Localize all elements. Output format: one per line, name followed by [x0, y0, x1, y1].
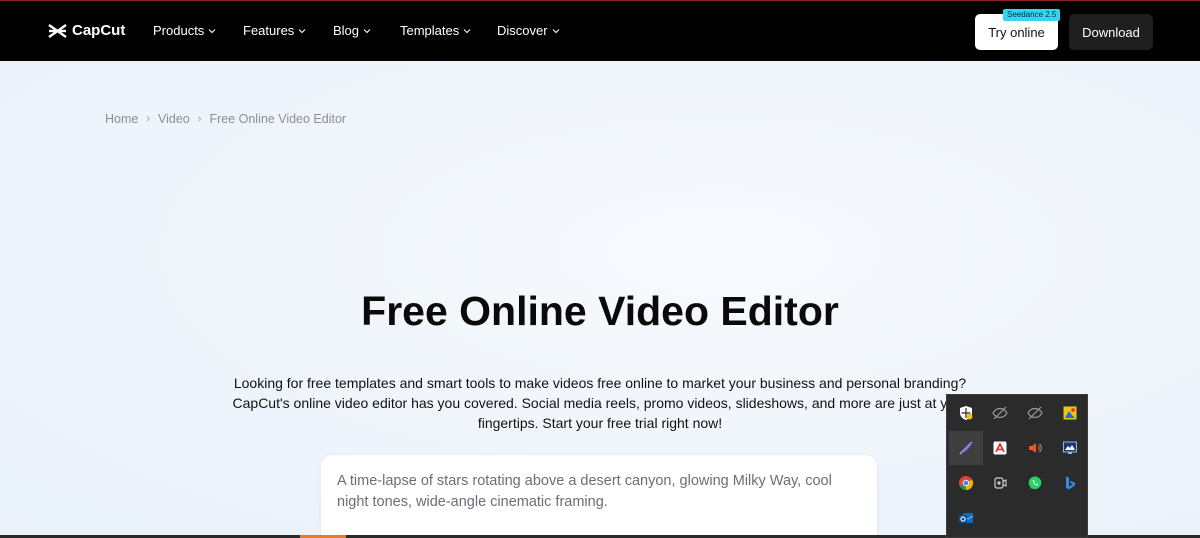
chevron-right-icon: › — [146, 113, 151, 125]
chevron-right-icon: › — [197, 113, 202, 125]
whatsapp-icon[interactable] — [1018, 466, 1052, 500]
nav-discover-label: Discover — [497, 23, 548, 38]
nav-discover[interactable]: Discover — [497, 23, 560, 38]
breadcrumb: Home › Video › Free Online Video Editor — [105, 112, 346, 126]
volume-icon[interactable] — [1018, 431, 1052, 465]
chevron-down-icon — [552, 28, 559, 33]
nav-products[interactable]: Products — [153, 23, 216, 38]
nav-blog-label: Blog — [333, 23, 360, 38]
breadcrumb-video[interactable]: Video — [158, 112, 190, 126]
windows-security-icon[interactable] — [949, 396, 983, 430]
nav-templates[interactable]: Templates — [400, 23, 471, 38]
seedance-badge: Seedance 2.5 — [1003, 9, 1061, 21]
hidden-eye-icon[interactable] — [983, 396, 1017, 430]
prompt-text[interactable]: A time-lapse of stars rotating above a d… — [337, 471, 867, 513]
chevron-down-icon — [298, 28, 306, 33]
nav-features[interactable]: Features — [243, 23, 306, 38]
hidden-eye-icon[interactable] — [1018, 396, 1052, 430]
monitor-app-icon[interactable] — [1053, 431, 1087, 465]
system-tray-overflow — [946, 394, 1088, 538]
chevron-down-icon — [363, 28, 371, 33]
breadcrumb-current: Free Online Video Editor — [209, 112, 347, 126]
breadcrumb-home[interactable]: Home — [105, 112, 138, 126]
nav-products-label: Products — [153, 23, 205, 38]
prompt-input-box[interactable]: A time-lapse of stars rotating above a d… — [321, 455, 877, 538]
try-online-label: Try online — [988, 24, 1045, 40]
chevron-down-icon — [208, 28, 216, 33]
adobe-acrobat-icon[interactable] — [983, 431, 1017, 465]
capcut-logo[interactable]: CapCut — [48, 22, 125, 39]
meet-now-icon[interactable] — [983, 466, 1017, 500]
nav-features-label: Features — [243, 23, 295, 38]
chrome-icon[interactable] — [949, 466, 983, 500]
outlook-icon[interactable] — [949, 501, 983, 535]
feather-pen-icon[interactable] — [949, 431, 983, 465]
download-label: Download — [1082, 24, 1140, 40]
bing-icon[interactable] — [1053, 466, 1087, 500]
nav-blog[interactable]: Blog — [333, 23, 371, 38]
hero-description: Looking for free templates and smart too… — [232, 375, 968, 431]
top-navbar: CapCut Products Features Blog Templates … — [0, 0, 1200, 61]
chevron-down-icon — [463, 28, 471, 33]
download-button[interactable]: Download — [1069, 14, 1153, 50]
logo-text: CapCut — [72, 22, 126, 39]
capcut-logo-icon — [48, 23, 67, 38]
image-app-icon[interactable] — [1053, 396, 1087, 430]
nav-templates-label: Templates — [400, 23, 460, 38]
page-title: Free Online Video Editor — [361, 288, 839, 334]
